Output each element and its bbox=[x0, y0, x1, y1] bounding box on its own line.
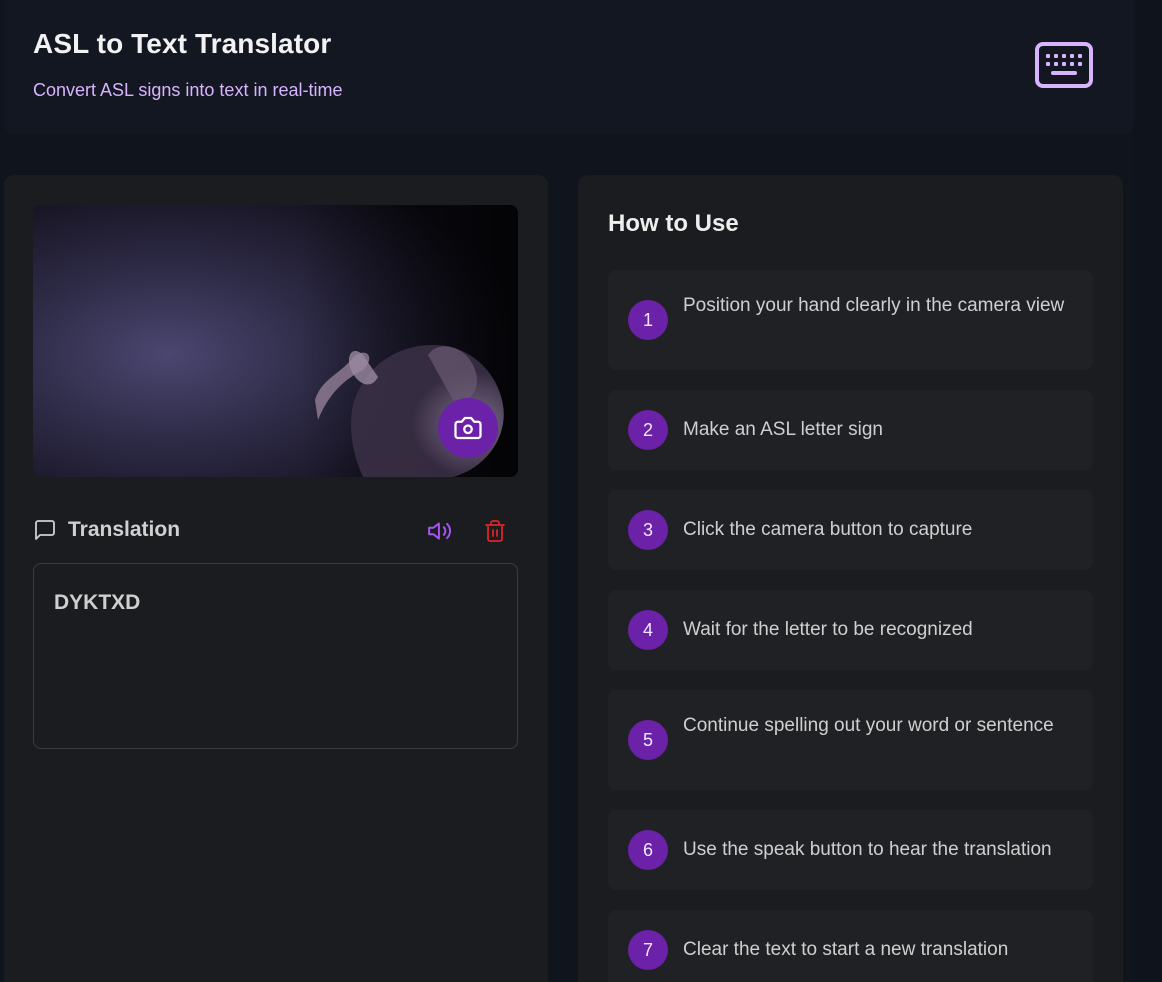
step-item: 4 Wait for the letter to be recognized bbox=[608, 590, 1093, 670]
step-text: Use the speak button to hear the transla… bbox=[683, 839, 1052, 860]
app-title: ASL to Text Translator bbox=[33, 28, 332, 59]
keyboard-icon bbox=[1035, 42, 1093, 88]
step-text: Continue spelling out your word or sente… bbox=[683, 715, 1054, 736]
scrollbar-track[interactable] bbox=[1134, 0, 1162, 982]
step-text: Clear the text to start a new translatio… bbox=[683, 939, 1009, 960]
step-number-badge: 4 bbox=[628, 610, 668, 650]
camera-feed bbox=[33, 205, 518, 477]
translation-text: DYKTXD bbox=[54, 591, 141, 614]
step-text: Make an ASL letter sign bbox=[683, 419, 883, 440]
trash-icon bbox=[485, 520, 505, 542]
step-text: Position your hand clearly in the camera… bbox=[683, 295, 1065, 316]
step-text: Click the camera button to capture bbox=[683, 519, 973, 540]
step-item: 5 Continue spelling out your word or sen… bbox=[608, 690, 1093, 790]
step-item: 6 Use the speak button to hear the trans… bbox=[608, 810, 1093, 890]
speak-button[interactable] bbox=[426, 517, 454, 545]
translator-panel: Translation DYKTXD bbox=[4, 175, 548, 982]
how-to-use-panel: How to Use 1 Position your hand clearly … bbox=[578, 175, 1123, 982]
step-number-badge: 6 bbox=[628, 830, 668, 870]
app-subtitle: Convert ASL signs into text in real-time bbox=[33, 80, 343, 100]
how-to-use-title: How to Use bbox=[608, 210, 739, 237]
camera-icon bbox=[454, 416, 482, 440]
step-number-badge: 2 bbox=[628, 410, 668, 450]
translation-output: DYKTXD bbox=[33, 563, 518, 749]
translation-header: Translation bbox=[33, 515, 518, 547]
step-item: 2 Make an ASL letter sign bbox=[608, 390, 1093, 470]
capture-button[interactable] bbox=[438, 398, 498, 458]
step-text: Wait for the letter to be recognized bbox=[683, 619, 973, 640]
clear-button[interactable] bbox=[481, 517, 509, 545]
step-number-badge: 5 bbox=[628, 720, 668, 760]
step-item: 1 Position your hand clearly in the came… bbox=[608, 270, 1093, 370]
app-header: ASL to Text Translator Convert ASL signs… bbox=[4, 0, 1134, 134]
step-item: 7 Clear the text to start a new translat… bbox=[608, 910, 1093, 982]
volume-icon bbox=[428, 522, 451, 540]
translation-title: Translation bbox=[68, 518, 181, 541]
app-page: ASL to Text Translator Convert ASL signs… bbox=[0, 0, 1162, 982]
step-number-badge: 7 bbox=[628, 930, 668, 970]
step-number-badge: 3 bbox=[628, 510, 668, 550]
step-item: 3 Click the camera button to capture bbox=[608, 490, 1093, 570]
step-number-badge: 1 bbox=[628, 300, 668, 340]
message-square-icon bbox=[35, 520, 55, 540]
